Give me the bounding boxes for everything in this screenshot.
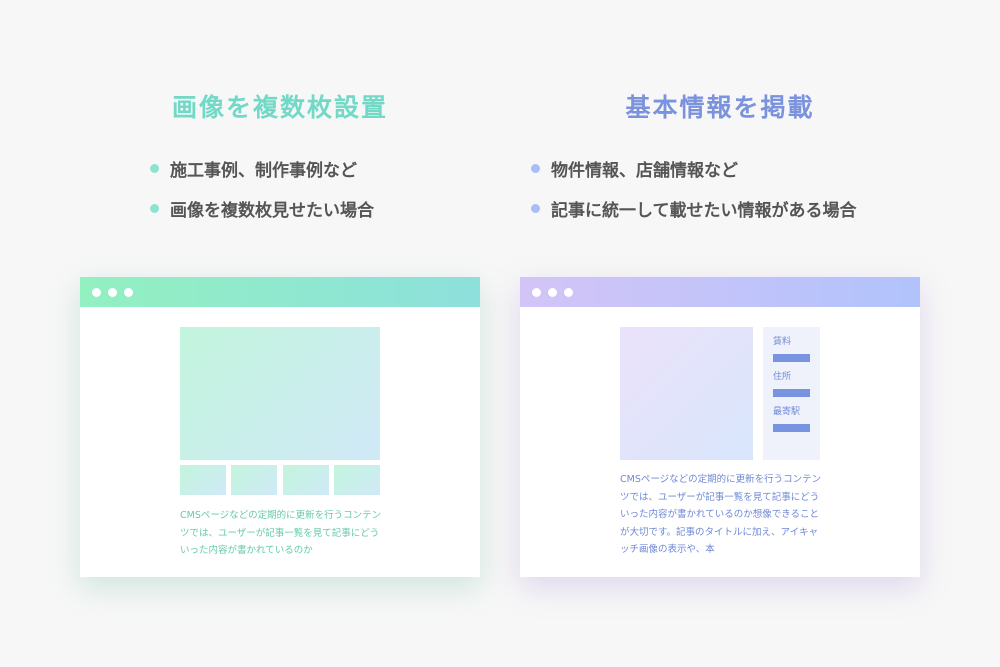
info-item-address: 住所: [763, 371, 820, 397]
left-title: 画像を複数枚設置: [171, 93, 388, 122]
right-title: 基本情報を掲載: [625, 93, 815, 122]
list-item: 施工事例、制作事例など: [150, 156, 374, 181]
window-dot-icon: [548, 287, 557, 297]
info-label: 最寄駅: [773, 407, 801, 417]
left-bullet-list: 施工事例、制作事例など 画像を複数枚見せたい場合: [150, 156, 374, 236]
info-item-station: 最寄駅: [763, 406, 820, 432]
body-text: CMSページなどの定期的に更新を行うコンテンツでは、ユーザーが記事一覧を見て記事…: [180, 510, 382, 556]
bullet-text: 記事に統一して載せたい情報がある場合: [551, 200, 857, 221]
info-panel: 賃料 住所 最寄駅: [763, 327, 820, 460]
main-image-placeholder: [180, 327, 380, 460]
left-browser-mockup: CMSページなどの定期的に更新を行うコンテンツでは、ユーザーが記事一覧を見て記事…: [80, 277, 480, 577]
right-browser-mockup: 賃料 住所 最寄駅 CMSページなどの定期的に更新を行うコンテンツでは、ユーザー…: [520, 277, 920, 577]
window-dot-icon: [108, 287, 117, 297]
list-item: 物件情報、店舗情報など: [531, 156, 857, 181]
info-value-bar: [773, 389, 810, 397]
window-dot-icon: [124, 287, 133, 297]
bullet-text: 施工事例、制作事例など: [170, 160, 357, 181]
window-dot-icon: [564, 287, 573, 297]
window-titlebar: [520, 277, 920, 307]
bullet-text: 画像を複数枚見せたい場合: [170, 200, 374, 221]
window-dot-icon: [532, 287, 541, 297]
list-item: 画像を複数枚見せたい場合: [150, 196, 374, 221]
info-label: 賃料: [773, 337, 792, 347]
right-bullet-list: 物件情報、店舗情報など 記事に統一して載せたい情報がある場合: [531, 156, 857, 236]
info-value-bar: [773, 424, 810, 432]
info-value-bar: [773, 354, 810, 362]
bullet-dot-icon: [150, 203, 159, 213]
list-item: 記事に統一して載せたい情報がある場合: [531, 196, 857, 221]
window-titlebar: [80, 277, 480, 307]
bullet-text: 物件情報、店舗情報など: [551, 160, 738, 181]
thumbnail-placeholder: [333, 465, 380, 495]
window-dot-icon: [92, 287, 101, 297]
thumbnail-placeholder: [180, 465, 226, 495]
image-placeholder: [620, 327, 753, 460]
bullet-dot-icon: [150, 163, 159, 173]
thumbnail-placeholder: [282, 465, 329, 495]
info-item-rent: 賃料: [763, 336, 820, 362]
bullet-dot-icon: [531, 203, 540, 213]
info-label: 住所: [773, 372, 792, 382]
bullet-dot-icon: [531, 163, 540, 173]
body-text: CMSページなどの定期的に更新を行うコンテンツでは、ユーザーが記事一覧を見て記事…: [620, 474, 822, 555]
thumbnail-row: [180, 465, 380, 495]
thumbnail-placeholder: [231, 465, 278, 495]
